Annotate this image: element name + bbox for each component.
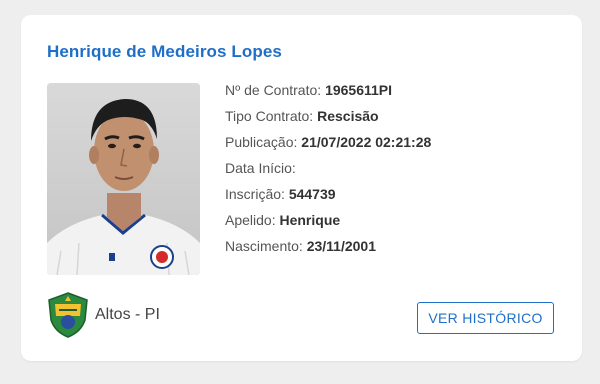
club-name: Altos - PI	[95, 306, 160, 323]
field-birth-date: Nascimento: 23/11/2001	[225, 233, 431, 259]
field-label: Data Início:	[225, 160, 296, 176]
field-contract-number: Nº de Contrato: 1965611PI	[225, 77, 431, 103]
player-photo	[47, 83, 200, 275]
club-info: Altos - PI	[47, 292, 160, 338]
field-registration: Inscrição: 544739	[225, 181, 431, 207]
field-value: 23/11/2001	[306, 238, 376, 254]
field-start-date: Data Início:	[225, 155, 431, 181]
field-label: Publicação:	[225, 134, 298, 150]
field-label: Nascimento:	[225, 238, 303, 254]
field-value: Rescisão	[317, 108, 379, 124]
contract-details: Nº de Contrato: 1965611PI Tipo Contrato:…	[225, 77, 431, 259]
field-value: 1965611PI	[325, 82, 393, 98]
field-value: 21/07/2022 02:21:28	[301, 134, 432, 150]
field-contract-type: Tipo Contrato: Rescisão	[225, 103, 431, 129]
club-crest-icon	[47, 292, 89, 338]
field-publication: Publicação: 21/07/2022 02:21:28	[225, 129, 431, 155]
field-label: Inscrição:	[225, 186, 285, 202]
player-card: Henrique de Medeiros Lopes Nº de Contrat…	[21, 15, 582, 361]
field-nickname: Apelido: Henrique	[225, 207, 431, 233]
field-label: Tipo Contrato:	[225, 108, 314, 124]
view-history-button[interactable]: VER HISTÓRICO	[417, 302, 554, 334]
field-value: 544739	[288, 186, 336, 202]
field-value: Henrique	[279, 212, 341, 228]
field-label: Nº de Contrato:	[225, 82, 322, 98]
player-name: Henrique de Medeiros Lopes	[47, 42, 282, 61]
field-label: Apelido:	[225, 212, 276, 228]
